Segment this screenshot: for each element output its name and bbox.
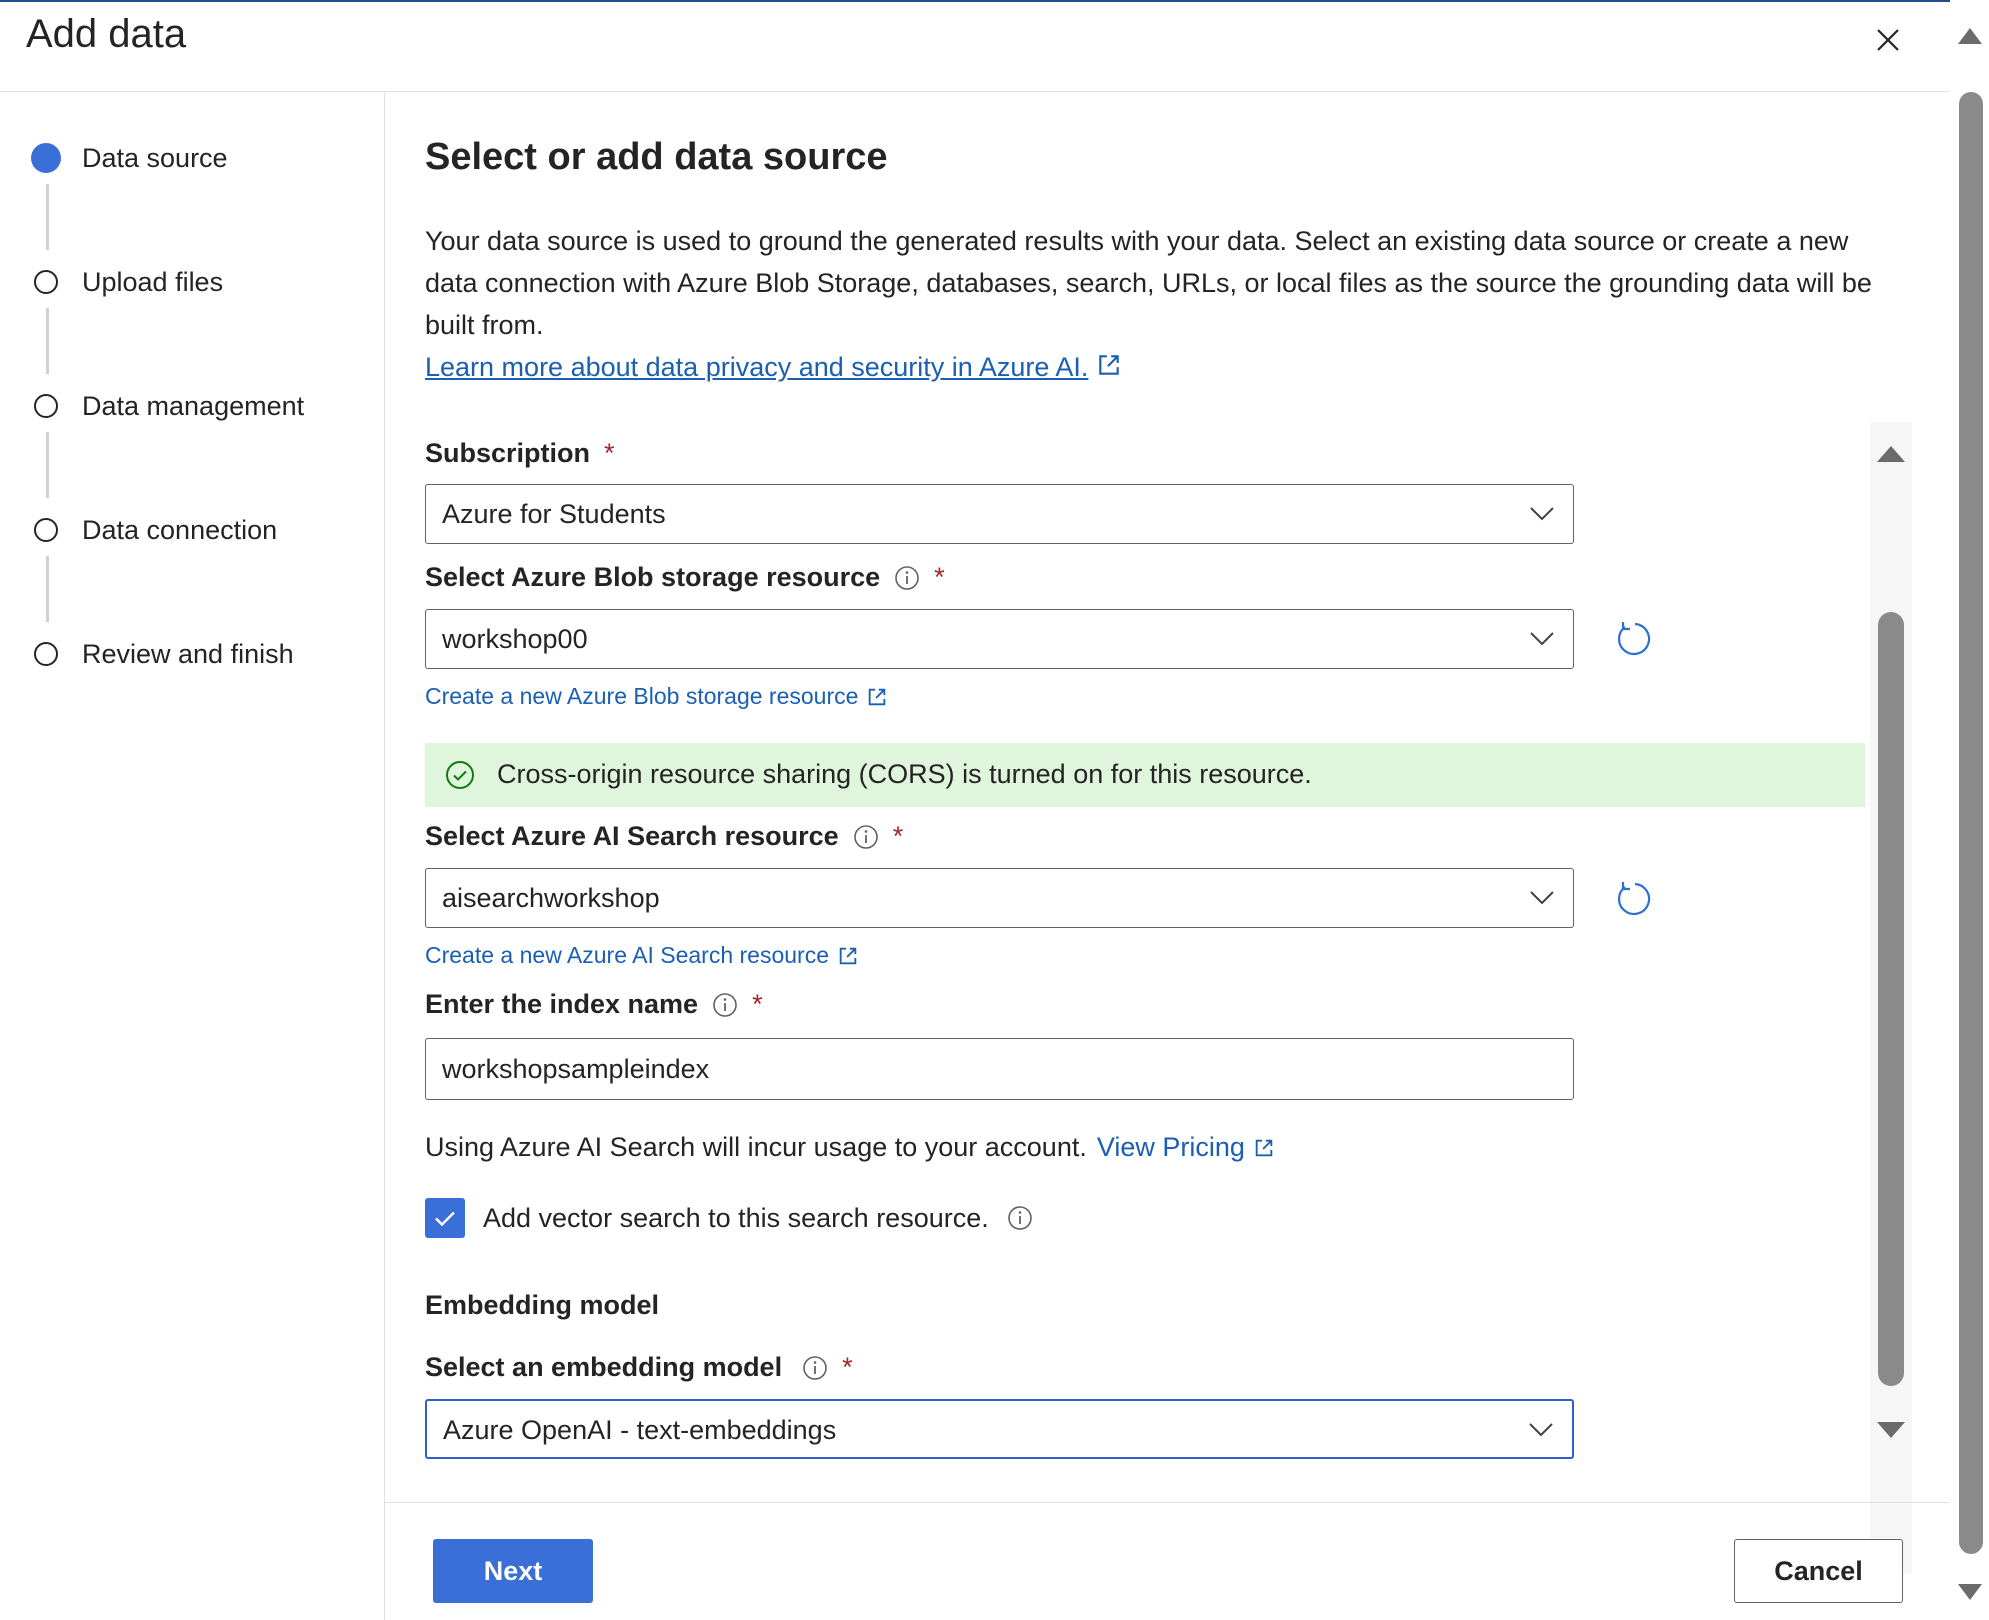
embedding-model-label: Select an embedding model *	[425, 1352, 853, 1383]
step-upload-files[interactable]: Upload files	[34, 262, 223, 302]
step-label: Upload files	[82, 266, 224, 297]
search-resource-label-text: Select Azure AI Search resource	[425, 821, 839, 851]
search-resource-dropdown[interactable]: aisearchworkshop	[425, 868, 1574, 928]
external-link-icon	[1255, 1139, 1273, 1156]
info-icon[interactable]	[1007, 1205, 1033, 1231]
step-label: Data source	[82, 142, 228, 173]
page-scrollbar-thumb[interactable]	[1959, 92, 1983, 1554]
refresh-icon	[1617, 882, 1651, 916]
vector-search-option: Add vector search to this search resourc…	[425, 1198, 1033, 1238]
dialog-title: Add data	[26, 12, 187, 56]
index-name-input[interactable]: workshopsampleindex	[425, 1038, 1574, 1100]
scroll-up-arrow-icon[interactable]	[1956, 22, 1984, 46]
external-link-icon	[869, 688, 886, 705]
step-pending-indicator	[34, 642, 58, 666]
blob-storage-dropdown[interactable]: workshop00	[425, 609, 1574, 669]
success-check-icon	[446, 761, 474, 789]
section-description: Your data source is used to ground the g…	[425, 226, 1872, 340]
blob-label: Select Azure Blob storage resource *	[425, 562, 945, 593]
chevron-down-icon	[1530, 632, 1554, 646]
step-connector	[46, 308, 49, 374]
close-button[interactable]	[1868, 20, 1908, 60]
index-name-label-text: Enter the index name	[425, 989, 699, 1019]
step-data-connection[interactable]: Data connection	[34, 510, 277, 550]
main-panel: Select or add data source Your data sour…	[385, 92, 1950, 1574]
refresh-blob-button[interactable]	[1613, 618, 1653, 658]
scroll-up-arrow-icon[interactable]	[1873, 440, 1909, 464]
refresh-search-button[interactable]	[1613, 878, 1653, 918]
subscription-label: Subscription *	[425, 438, 615, 469]
pricing-text: Using Azure AI Search will incur usage t…	[425, 1132, 1087, 1162]
scroll-down-arrow-icon[interactable]	[1956, 1582, 1984, 1606]
step-connector	[46, 432, 49, 498]
create-blob-link[interactable]: Create a new Azure Blob storage resource	[425, 683, 888, 710]
info-icon[interactable]	[712, 992, 738, 1018]
step-data-management[interactable]: Data management	[34, 386, 304, 426]
cors-success-banner: Cross-origin resource sharing (CORS) is …	[425, 743, 1865, 807]
subscription-dropdown[interactable]: Azure for Students	[425, 484, 1574, 544]
required-asterisk: *	[842, 1352, 853, 1382]
step-connector	[46, 556, 49, 622]
info-icon[interactable]	[802, 1355, 828, 1381]
scroll-down-arrow-icon[interactable]	[1873, 1420, 1909, 1444]
vector-search-checkbox[interactable]	[425, 1198, 465, 1238]
search-resource-label: Select Azure AI Search resource *	[425, 821, 903, 852]
info-icon[interactable]	[894, 565, 920, 591]
step-pending-indicator	[34, 394, 58, 418]
cors-banner-text: Cross-origin resource sharing (CORS) is …	[497, 759, 1312, 789]
index-name-value: workshopsampleindex	[442, 1054, 710, 1084]
create-search-link-text: Create a new Azure AI Search resource	[425, 942, 829, 968]
view-pricing-link-text: View Pricing	[1096, 1132, 1245, 1162]
required-asterisk: *	[892, 821, 904, 851]
subscription-label-text: Subscription	[425, 438, 591, 468]
step-connector	[46, 184, 49, 250]
external-link-icon	[839, 947, 857, 964]
next-button[interactable]: Next	[433, 1539, 593, 1603]
index-name-label: Enter the index name *	[425, 989, 763, 1020]
embedding-model-value: Azure OpenAI - text-embeddings	[443, 1415, 837, 1445]
close-icon	[1877, 29, 1899, 51]
info-icon[interactable]	[853, 824, 879, 850]
cancel-button[interactable]: Cancel	[1734, 1539, 1903, 1603]
required-asterisk: *	[934, 562, 945, 592]
step-review-and-finish[interactable]: Review and finish	[34, 634, 294, 674]
embedding-model-label-text: Select an embedding model	[425, 1352, 783, 1382]
create-blob-link-text: Create a new Azure Blob storage resource	[425, 683, 859, 709]
embedding-model-dropdown[interactable]: Azure OpenAI - text-embeddings	[425, 1399, 1574, 1459]
step-label: Review and finish	[82, 638, 294, 669]
step-label: Data management	[82, 390, 305, 421]
learn-more-link[interactable]: Learn more about data privacy and securi…	[425, 346, 1122, 388]
step-data-source[interactable]: Data source	[31, 138, 228, 178]
chevron-down-icon	[1529, 1423, 1553, 1437]
required-asterisk: *	[752, 989, 763, 1019]
step-active-indicator	[31, 143, 61, 173]
view-pricing-link[interactable]: View Pricing	[1097, 1132, 1275, 1163]
required-asterisk: *	[604, 438, 615, 468]
section-heading: Select or add data source	[425, 136, 888, 178]
wizard-stepper: Data source Upload files Data management…	[0, 92, 385, 1620]
step-label: Data connection	[82, 514, 278, 545]
step-pending-indicator	[34, 270, 58, 294]
step-pending-indicator	[34, 518, 58, 542]
search-resource-value: aisearchworkshop	[442, 883, 660, 913]
subscription-value: Azure for Students	[442, 499, 666, 529]
refresh-icon	[1617, 622, 1651, 656]
learn-more-link-text: Learn more about data privacy and securi…	[425, 352, 1089, 382]
chevron-down-icon	[1530, 891, 1554, 905]
blob-label-text: Select Azure Blob storage resource	[425, 562, 881, 592]
dialog-header: Add data	[0, 2, 1950, 92]
blob-storage-value: workshop00	[442, 624, 588, 654]
create-search-link[interactable]: Create a new Azure AI Search resource	[425, 942, 859, 969]
vector-search-label: Add vector search to this search resourc…	[483, 1202, 989, 1233]
external-link-icon	[1099, 355, 1120, 375]
chevron-down-icon	[1530, 507, 1554, 521]
checkmark-icon	[435, 1211, 455, 1227]
pricing-note: Using Azure AI Search will incur usage t…	[425, 1132, 1275, 1163]
form-scrollbar-thumb[interactable]	[1878, 612, 1904, 1386]
footer-divider	[385, 1502, 1950, 1503]
embedding-section-heading: Embedding model	[425, 1290, 660, 1320]
